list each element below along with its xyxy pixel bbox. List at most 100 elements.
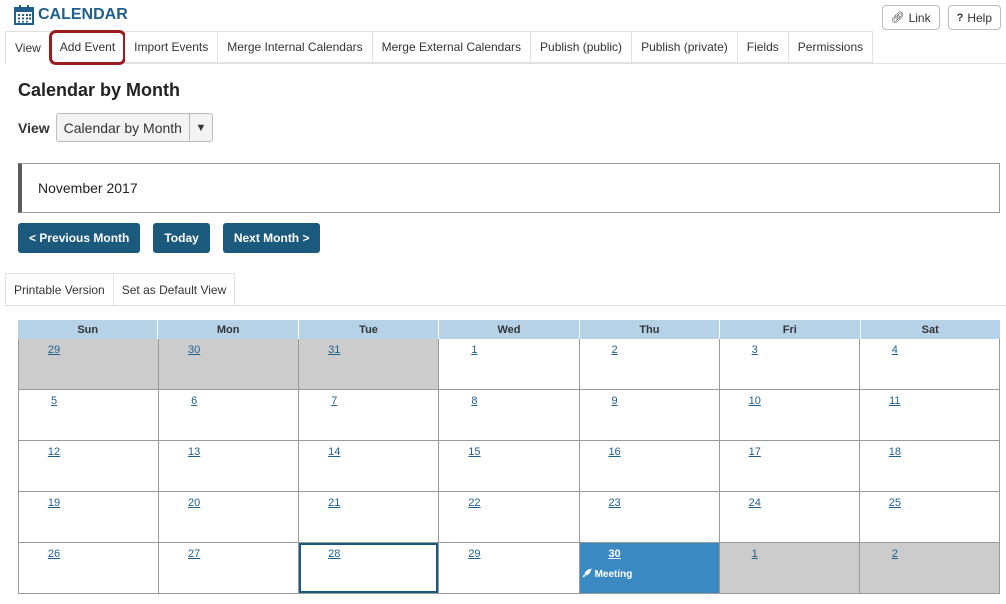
tab-permissions[interactable]: Permissions [788, 31, 874, 63]
calendar-day: 13 [159, 441, 300, 491]
day-link[interactable]: 29 [439, 548, 509, 560]
day-link[interactable]: 1 [439, 344, 509, 356]
event-title: Meeting [594, 569, 633, 580]
calendar-day: 29 [439, 543, 580, 593]
link-icon: 🔗︎ [890, 12, 905, 24]
printable-version-tab[interactable]: Printable Version [5, 273, 114, 306]
day-link[interactable]: 31 [299, 344, 369, 356]
calendar-day: 29 [19, 339, 160, 389]
link-button[interactable]: 🔗︎ Link [881, 5, 940, 30]
day-link[interactable]: 2 [580, 344, 650, 356]
calendar-day: 23 [579, 492, 720, 542]
tab-view[interactable]: View [5, 31, 51, 64]
calendar-day: 1 [439, 339, 580, 389]
day-link[interactable]: 28 [299, 548, 369, 560]
calendar-week: 19 20 21 22 23 24 25 [19, 492, 1000, 543]
next-month-button[interactable]: Next Month > [222, 223, 321, 253]
calendar-day: 10 [719, 390, 860, 440]
tool-tabs: View Add Event Import Events Merge Inter… [5, 30, 1006, 65]
calendar-day: 6 [159, 390, 300, 440]
help-icon: ? [956, 11, 964, 24]
day-link[interactable]: 6 [159, 395, 229, 407]
day-link[interactable]: 2 [860, 548, 930, 560]
day-link[interactable]: 25 [860, 497, 930, 509]
day-link[interactable]: 4 [860, 344, 930, 356]
calendar-day: 16 [579, 441, 720, 491]
calendar-day-today: 28 [299, 543, 440, 593]
today-button[interactable]: Today [153, 223, 210, 253]
link-button-label: Link [908, 10, 931, 25]
day-header-sun: Sun [18, 320, 159, 339]
calendar-day: 19 [19, 492, 160, 542]
day-header-tue: Tue [298, 320, 440, 339]
day-link[interactable]: 7 [299, 395, 369, 407]
day-link[interactable]: 17 [720, 446, 790, 458]
tab-fields[interactable]: Fields [737, 31, 789, 63]
event-link[interactable]: Meeting [582, 568, 633, 581]
calendar-day: 30 [159, 339, 300, 389]
day-link[interactable]: 3 [720, 344, 790, 356]
day-link[interactable]: 30 [580, 548, 650, 560]
calendar-day: 3 [719, 339, 860, 389]
day-link[interactable]: 24 [720, 497, 790, 509]
set-default-view-tab[interactable]: Set as Default View [113, 273, 236, 306]
day-link[interactable]: 22 [439, 497, 509, 509]
tab-merge-internal[interactable]: Merge Internal Calendars [218, 31, 373, 63]
day-link[interactable]: 9 [580, 395, 650, 407]
calendar-day: 27 [159, 543, 300, 593]
day-link[interactable]: 23 [580, 497, 650, 509]
day-header-thu: Thu [579, 320, 721, 339]
day-link[interactable]: 29 [19, 344, 89, 356]
day-link[interactable]: 13 [159, 446, 229, 458]
day-link[interactable]: 11 [860, 395, 930, 407]
day-link[interactable]: 15 [439, 446, 509, 458]
calendar-week: 12 13 14 15 16 17 18 [19, 441, 1000, 492]
calendar-day: 1 [719, 543, 860, 593]
help-button-label: Help [967, 10, 992, 25]
previous-month-button[interactable]: < Previous Month [18, 223, 141, 253]
calendar-week: 26 27 28 29 30 Meeting 1 2 [19, 543, 1000, 594]
day-link[interactable]: 16 [580, 446, 650, 458]
calendar-day: 2 [859, 543, 1000, 593]
calendar-day-with-event: 30 Meeting [579, 543, 720, 593]
tab-merge-external[interactable]: Merge External Calendars [372, 31, 532, 63]
tab-publish-private[interactable]: Publish (private) [632, 31, 738, 63]
day-link[interactable]: 30 [159, 344, 229, 356]
day-link[interactable]: 21 [299, 497, 369, 509]
day-link[interactable]: 10 [720, 395, 790, 407]
calendar-day: 11 [859, 390, 1000, 440]
month-calendar: Sun Mon Tue Wed Thu Fri Sat 29 30 31 1 2… [18, 320, 1000, 594]
day-link[interactable]: 27 [159, 548, 229, 560]
calendar-day: 26 [19, 543, 160, 593]
calendar-day: 31 [299, 339, 440, 389]
day-link[interactable]: 18 [860, 446, 930, 458]
calendar-week: 29 30 31 1 2 3 4 [19, 339, 1000, 390]
view-select-value: Calendar by Month [57, 114, 190, 141]
day-link[interactable]: 14 [299, 446, 369, 458]
day-link[interactable]: 12 [19, 446, 89, 458]
day-header-wed: Wed [439, 320, 580, 339]
calendar-day: 7 [299, 390, 440, 440]
calendar-header-row: Sun Mon Tue Wed Thu Fri Sat [18, 320, 1000, 339]
calendar-day: 24 [719, 492, 860, 542]
tool-title: CALENDAR [14, 5, 128, 25]
view-options-tabs: Printable Version Set as Default View [5, 273, 1006, 306]
day-link[interactable]: 1 [720, 548, 790, 560]
day-link[interactable]: 26 [19, 548, 89, 560]
view-select[interactable]: Calendar by Month ▼ [55, 113, 213, 142]
tab-import-events[interactable]: Import Events [125, 31, 219, 63]
day-link[interactable]: 19 [19, 497, 89, 509]
day-link[interactable]: 20 [159, 497, 229, 509]
day-link[interactable]: 5 [19, 395, 89, 407]
calendar-day: 5 [19, 390, 160, 440]
day-link[interactable]: 8 [439, 395, 509, 407]
calendar-week: 5 6 7 8 9 10 11 [19, 390, 1000, 441]
calendar-day: 21 [299, 492, 440, 542]
tab-add-event[interactable]: Add Event [48, 30, 127, 65]
calendar-day: 2 [579, 339, 720, 389]
calendar-day: 18 [859, 441, 1000, 491]
help-button[interactable]: ? Help [947, 5, 1001, 30]
calendar-day: 25 [859, 492, 1000, 542]
calendar-day: 12 [19, 441, 160, 491]
tab-publish-public[interactable]: Publish (public) [531, 31, 633, 63]
